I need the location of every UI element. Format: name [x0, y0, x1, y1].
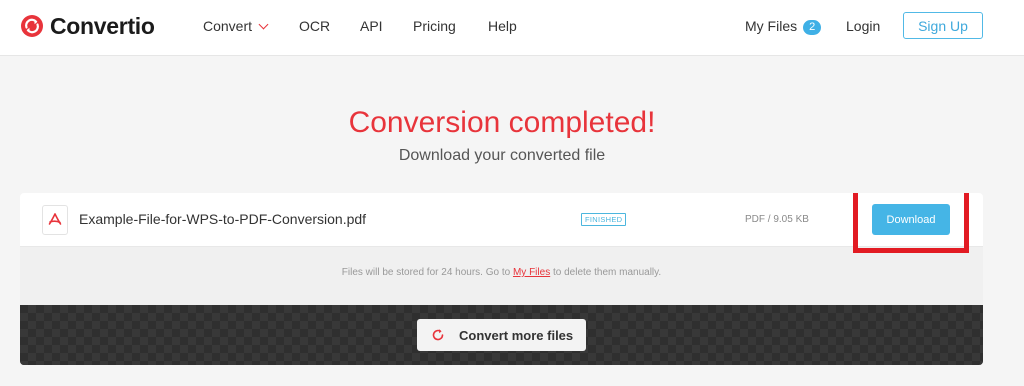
nav-convert-label: Convert	[203, 18, 253, 34]
refresh-icon	[432, 329, 444, 341]
nav-login-link[interactable]: Login	[846, 18, 880, 34]
status-badge: FINISHED	[581, 213, 627, 226]
convertio-logo-icon	[21, 15, 43, 37]
brand-logo[interactable]: Convertio	[20, 10, 155, 42]
page-subtitle: Download your converted file	[398, 147, 606, 164]
nav-pricing-link[interactable]: Pricing	[413, 18, 456, 34]
my-files-count-badge: 2	[803, 20, 822, 35]
nav-help-link[interactable]: Help	[488, 18, 517, 34]
convert-more-files-label: Convert more files	[459, 327, 574, 343]
my-files-link[interactable]: My Files	[513, 267, 550, 278]
file-row: Example-File-for-WPS-to-PDF-Conversion.p…	[20, 193, 983, 253]
nav-my-files-link[interactable]: My Files 2	[745, 18, 822, 36]
convert-more-area: Convert more files	[20, 305, 983, 365]
chevron-down-icon	[258, 19, 269, 30]
file-size: PDF / 9.05 KB	[745, 214, 809, 225]
top-navigation-bar: Convertio Convert OCR API Pricing Help M…	[0, 0, 1024, 56]
my-files-label: My Files	[745, 18, 798, 34]
convert-more-files-button[interactable]: Convert more files	[417, 319, 586, 351]
nav-convert-menu[interactable]: Convert	[203, 18, 269, 34]
sign-up-button[interactable]: Sign Up	[903, 12, 983, 39]
storage-notice-text-end: to delete them manually.	[550, 267, 662, 278]
page-title: Conversion completed!	[348, 106, 656, 139]
storage-notice-text-start: Files will be stored for 24 hours. Go to	[341, 267, 513, 278]
nav-api-link[interactable]: API	[360, 18, 383, 34]
file-name: Example-File-for-WPS-to-PDF-Conversion.p…	[79, 211, 367, 227]
download-button[interactable]: Download	[872, 204, 950, 235]
storage-notice: Files will be stored for 24 hours. Go to…	[20, 267, 983, 278]
brand-name: Convertio	[50, 12, 155, 39]
pdf-acrobat-glyph	[48, 213, 62, 225]
pdf-icon	[42, 205, 68, 235]
nav-ocr-link[interactable]: OCR	[299, 18, 330, 34]
conversion-result-card: Example-File-for-WPS-to-PDF-Conversion.p…	[20, 193, 983, 365]
